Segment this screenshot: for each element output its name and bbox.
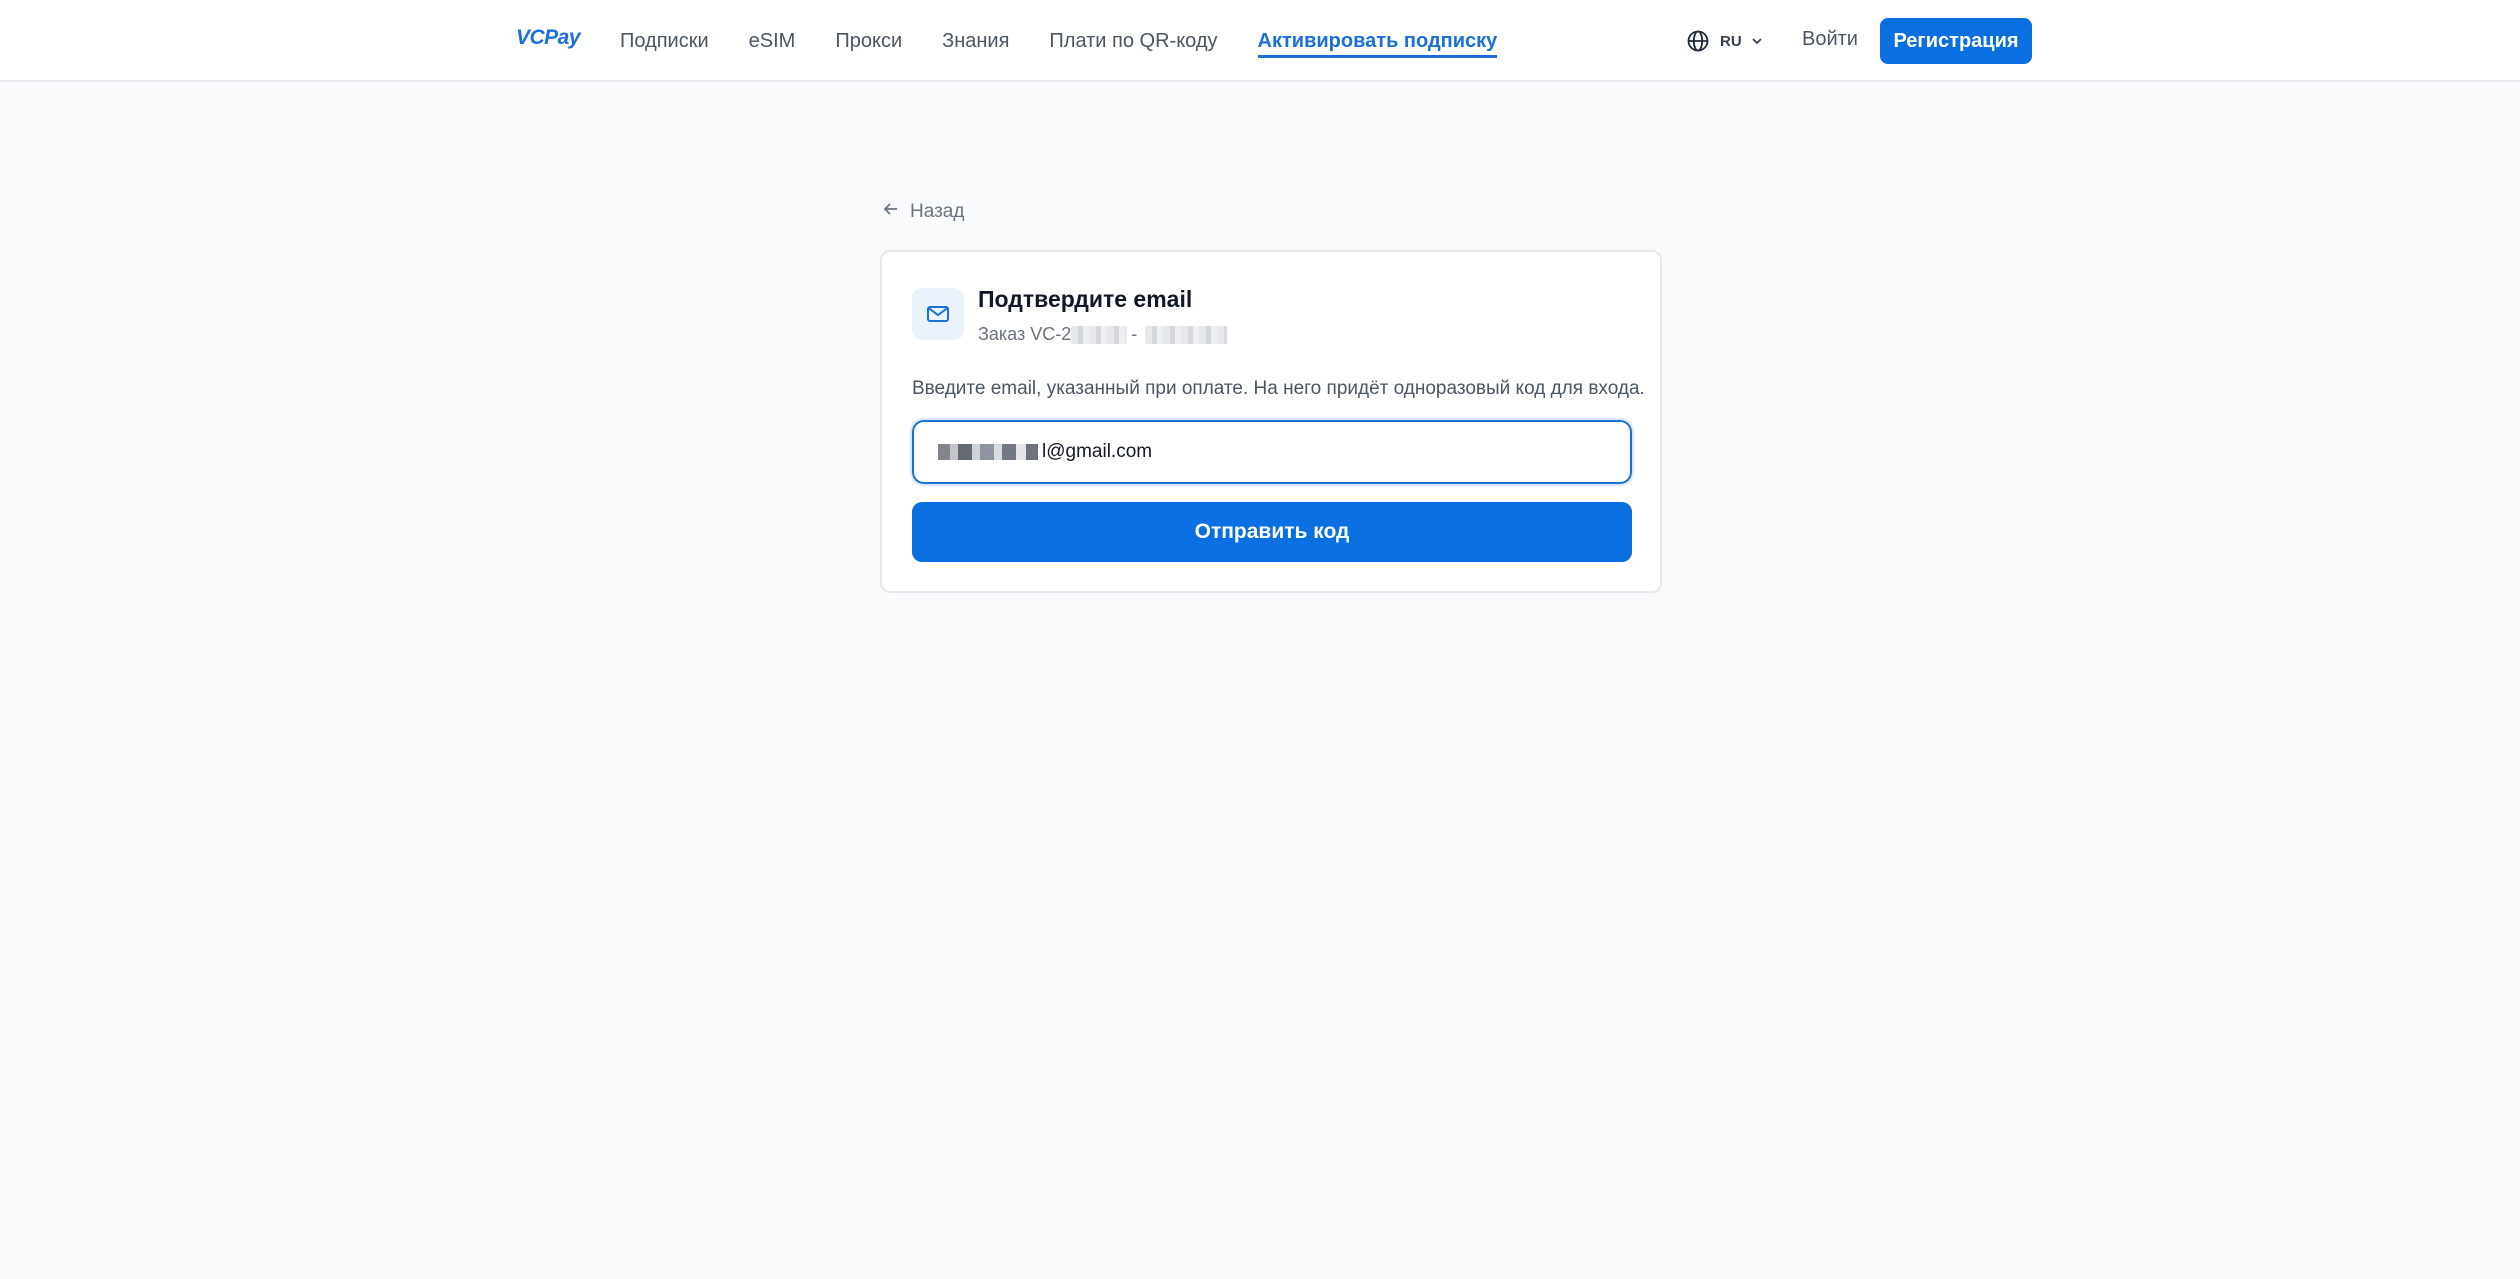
- nav-item-subscriptions[interactable]: Подписки: [620, 29, 709, 53]
- email-field-wrapper[interactable]: [912, 420, 1632, 484]
- mail-icon: [912, 288, 964, 340]
- chevron-down-icon: [1750, 34, 1764, 48]
- verify-email-card: Подтвердите email Заказ VC-2 - Введите e…: [880, 250, 1662, 593]
- main-nav: Подписки eSIM Прокси Знания Плати по QR-…: [620, 0, 1537, 82]
- language-code: RU: [1720, 32, 1742, 50]
- card-description: Введите email, указанный при оплате. На …: [912, 378, 1645, 399]
- globe-icon: [1686, 29, 1710, 53]
- redacted-email-part: [938, 444, 1038, 460]
- nav-item-proxy[interactable]: Прокси: [835, 29, 902, 53]
- nav-item-activate-subscription[interactable]: Активировать подписку: [1257, 29, 1498, 58]
- nav-item-knowledge[interactable]: Знания: [942, 29, 1009, 53]
- register-button[interactable]: Регистрация: [1880, 18, 2032, 64]
- language-selector[interactable]: RU: [1686, 26, 1764, 56]
- send-code-button[interactable]: Отправить код: [912, 502, 1632, 562]
- nav-item-esim[interactable]: eSIM: [749, 29, 796, 53]
- arrow-left-icon: [882, 200, 910, 224]
- order-number: Заказ VC-2 -: [978, 324, 1228, 345]
- vcpay-logo[interactable]: VCPay: [516, 26, 581, 50]
- nav-item-qr-pay[interactable]: Плати по QR-коду: [1049, 29, 1217, 53]
- login-link[interactable]: Войти: [1802, 28, 1858, 51]
- email-field[interactable]: [1042, 432, 1602, 472]
- redacted-order-part: [1071, 325, 1128, 344]
- order-prefix: Заказ VC-2: [978, 324, 1072, 344]
- card-title: Подтвердите email: [978, 286, 1193, 312]
- back-link[interactable]: Назад: [882, 200, 964, 224]
- back-label: Назад: [910, 201, 965, 222]
- redacted-order-part: [1145, 325, 1228, 344]
- order-separator: -: [1131, 324, 1138, 344]
- top-header: VCPay Подписки eSIM Прокси Знания Плати …: [0, 0, 2520, 82]
